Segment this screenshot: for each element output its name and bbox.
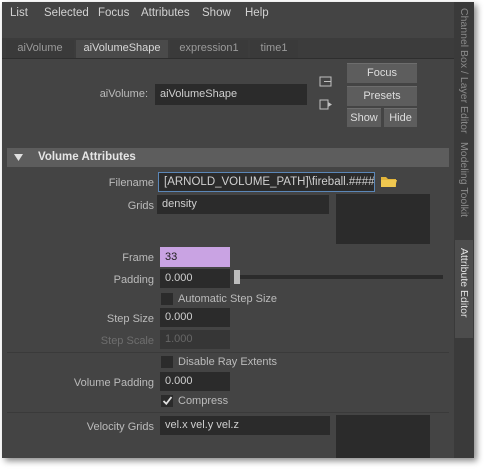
- frame-label: Frame: [122, 252, 154, 264]
- focus-button[interactable]: Focus: [347, 63, 417, 83]
- side-tab-channel-box[interactable]: Channel Box / Layer Editor: [458, 8, 470, 134]
- step-scale-label: Step Scale: [100, 335, 154, 347]
- presets-button[interactable]: Presets: [347, 86, 417, 106]
- menu-focus[interactable]: Focus: [98, 7, 129, 19]
- node-tabs: aiVolume aiVolumeShape expression1 time1: [2, 38, 454, 59]
- side-tab-strip: Channel Box / Layer Editor Modeling Tool…: [454, 2, 474, 458]
- frame-field[interactable]: 33: [160, 247, 230, 267]
- volume-padding-label: Volume Padding: [73, 377, 154, 389]
- step-size-label: Step Size: [106, 313, 154, 325]
- step-scale-field: 1.000: [160, 330, 230, 349]
- section-title: Volume Attributes: [38, 151, 136, 163]
- tab-expression1[interactable]: expression1: [170, 40, 248, 58]
- padding-label: Padding: [113, 274, 154, 286]
- filename-label: Filename: [108, 177, 154, 189]
- padding-slider-track[interactable]: [238, 275, 443, 279]
- grids-field[interactable]: density: [157, 195, 329, 214]
- filename-field[interactable]: [ARNOLD_VOLUME_PATH]\fireball.####.vdb: [158, 172, 375, 192]
- output-icon[interactable]: [319, 99, 333, 111]
- volume-padding-field[interactable]: 0.000: [160, 372, 230, 391]
- separator: [7, 352, 449, 353]
- tab-time1[interactable]: time1: [250, 40, 298, 58]
- step-size-field[interactable]: 0.000: [160, 308, 230, 327]
- auto-step-checkbox[interactable]: [161, 293, 173, 305]
- compress-label: Compress: [178, 395, 229, 407]
- menu-help[interactable]: Help: [245, 7, 269, 19]
- menu-bar: List Selected Focus Attributes Show Help: [2, 2, 454, 26]
- side-tab-modeling-toolkit[interactable]: Modeling Toolkit: [458, 142, 470, 217]
- tab-aivolume[interactable]: aiVolume: [6, 40, 74, 58]
- node-name-label: aiVolume:: [99, 88, 148, 100]
- compress-checkbox[interactable]: [161, 395, 173, 407]
- padding-field[interactable]: 0.000: [160, 269, 230, 288]
- velocity-grids-label: Velocity Grids: [86, 421, 154, 433]
- show-button[interactable]: Show: [347, 108, 381, 127]
- node-name-field[interactable]: aiVolumeShape: [155, 84, 307, 105]
- tab-aivolumeshape[interactable]: aiVolumeShape: [76, 40, 168, 58]
- volume-attributes-header[interactable]: Volume Attributes: [7, 148, 449, 167]
- menu-attributes[interactable]: Attributes: [141, 7, 190, 19]
- grids-label: Grids: [127, 200, 154, 212]
- separator: [7, 412, 449, 413]
- grids-list[interactable]: [336, 194, 430, 244]
- triangle-down-icon: [14, 153, 23, 165]
- padding-slider-handle[interactable]: [234, 270, 240, 284]
- side-tab-attribute-editor[interactable]: Attribute Editor: [458, 248, 470, 317]
- node-icon[interactable]: [319, 76, 333, 88]
- disable-ray-checkbox[interactable]: [161, 356, 173, 368]
- hide-button[interactable]: Hide: [384, 108, 417, 127]
- velocity-grids-field[interactable]: vel.x vel.y vel.z: [160, 416, 330, 435]
- disable-ray-label: Disable Ray Extents: [178, 356, 278, 368]
- menu-list[interactable]: List: [10, 7, 28, 19]
- checkmark-icon: [162, 395, 173, 409]
- folder-icon[interactable]: [380, 174, 398, 188]
- attribute-editor-window: List Selected Focus Attributes Show Help…: [2, 2, 474, 458]
- menu-selected[interactable]: Selected: [44, 7, 89, 19]
- velocity-grids-list[interactable]: [336, 415, 430, 458]
- menu-show[interactable]: Show: [202, 7, 231, 19]
- auto-step-label: Automatic Step Size: [178, 293, 278, 305]
